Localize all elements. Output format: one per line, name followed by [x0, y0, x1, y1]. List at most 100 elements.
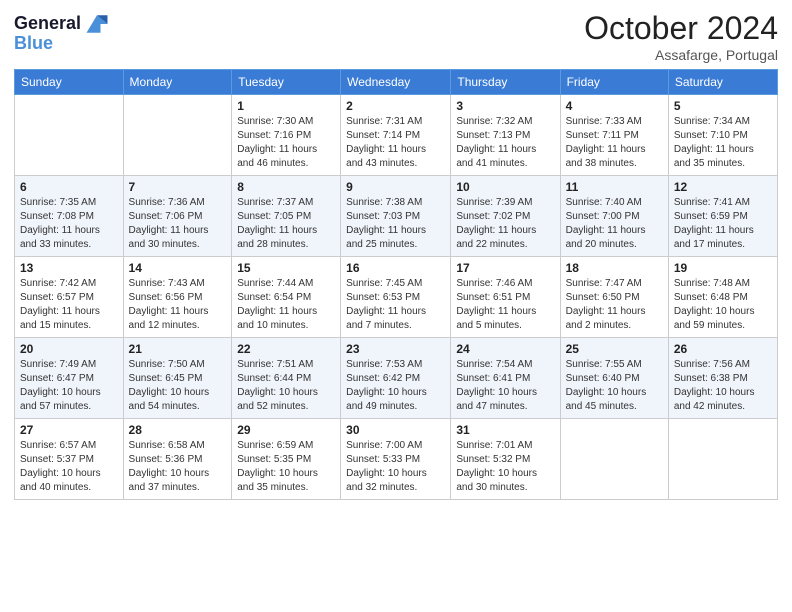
calendar-cell: 1 Sunrise: 7:30 AM Sunset: 7:16 PM Daylig…: [232, 95, 341, 176]
day-number: 24: [456, 342, 554, 356]
logo: General Blue: [14, 10, 111, 54]
location: Assafarge, Portugal: [584, 47, 778, 63]
calendar-cell: 24Sunrise: 7:54 AM Sunset: 6:41 PM Dayli…: [451, 338, 560, 419]
col-wednesday: Wednesday: [341, 70, 451, 95]
day-number: 2: [346, 99, 445, 113]
day-number: 21: [129, 342, 227, 356]
day-info: Sunrise: 7:38 AM Sunset: 7:03 PM Dayligh…: [346, 196, 445, 252]
col-thursday: Thursday: [451, 70, 560, 95]
month-title: October 2024: [584, 10, 778, 47]
calendar-cell: 21 Sunrise: 7:50 AM Sunset: 6:45 PM Dayli…: [123, 338, 232, 419]
day-info: Sunrise: 7:30 AM Sunset: 7:16 PM Dayligh…: [237, 115, 335, 171]
calendar-cell: 15 Sunrise: 7:44 AM Sunset: 6:54 PM Dayli…: [232, 257, 341, 338]
day-number: 6: [20, 180, 118, 194]
day-number: 3: [456, 99, 554, 113]
day-info: Sunrise: 6:59 AM Sunset: 5:35 PM Dayligh…: [237, 439, 335, 495]
day-number: 15: [237, 261, 335, 275]
calendar-cell: 14Sunrise: 7:43 AM Sunset: 6:56 PM Dayli…: [123, 257, 232, 338]
calendar-cell: 2 Sunrise: 7:31 AM Sunset: 7:14 PM Daylig…: [341, 95, 451, 176]
calendar-cell: [668, 419, 777, 500]
title-block: October 2024 Assafarge, Portugal: [584, 10, 778, 63]
calendar-cell: 4Sunrise: 7:33 AM Sunset: 7:11 PM Daylig…: [560, 95, 668, 176]
day-number: 29: [237, 423, 335, 437]
day-number: 9: [346, 180, 445, 194]
day-number: 19: [674, 261, 772, 275]
logo-text-blue: Blue: [14, 34, 53, 54]
day-number: 31: [456, 423, 554, 437]
day-info: Sunrise: 7:00 AM Sunset: 5:33 PM Dayligh…: [346, 439, 445, 495]
day-number: 18: [566, 261, 663, 275]
day-info: Sunrise: 7:50 AM Sunset: 6:45 PM Dayligh…: [129, 358, 227, 414]
calendar-cell: 31 Sunrise: 7:01 AM Sunset: 5:32 PM Dayli…: [451, 419, 560, 500]
day-info: Sunrise: 7:33 AM Sunset: 7:11 PM Dayligh…: [566, 115, 663, 171]
day-number: 7: [129, 180, 227, 194]
calendar-week-row: 13 Sunrise: 7:42 AM Sunset: 6:57 PM Dayli…: [15, 257, 778, 338]
day-number: 1: [237, 99, 335, 113]
day-info: Sunrise: 7:44 AM Sunset: 6:54 PM Dayligh…: [237, 277, 335, 333]
day-info: Sunrise: 7:31 AM Sunset: 7:14 PM Dayligh…: [346, 115, 445, 171]
calendar-cell: 7 Sunrise: 7:36 AM Sunset: 7:06 PM Daylig…: [123, 176, 232, 257]
day-number: 5: [674, 99, 772, 113]
calendar-cell: 30Sunrise: 7:00 AM Sunset: 5:33 PM Dayli…: [341, 419, 451, 500]
day-number: 17: [456, 261, 554, 275]
calendar-cell: 9 Sunrise: 7:38 AM Sunset: 7:03 PM Daylig…: [341, 176, 451, 257]
day-info: Sunrise: 7:49 AM Sunset: 6:47 PM Dayligh…: [20, 358, 118, 414]
calendar-cell: 17Sunrise: 7:46 AM Sunset: 6:51 PM Dayli…: [451, 257, 560, 338]
day-info: Sunrise: 7:37 AM Sunset: 7:05 PM Dayligh…: [237, 196, 335, 252]
day-info: Sunrise: 7:55 AM Sunset: 6:40 PM Dayligh…: [566, 358, 663, 414]
calendar-cell: 16Sunrise: 7:45 AM Sunset: 6:53 PM Dayli…: [341, 257, 451, 338]
logo-icon: [83, 10, 111, 38]
calendar-cell: [15, 95, 124, 176]
col-sunday: Sunday: [15, 70, 124, 95]
day-info: Sunrise: 7:47 AM Sunset: 6:50 PM Dayligh…: [566, 277, 663, 333]
calendar-cell: 10 Sunrise: 7:39 AM Sunset: 7:02 PM Dayli…: [451, 176, 560, 257]
day-info: Sunrise: 7:36 AM Sunset: 7:06 PM Dayligh…: [129, 196, 227, 252]
day-info: Sunrise: 7:01 AM Sunset: 5:32 PM Dayligh…: [456, 439, 554, 495]
day-number: 26: [674, 342, 772, 356]
day-number: 13: [20, 261, 118, 275]
calendar-cell: 23Sunrise: 7:53 AM Sunset: 6:42 PM Dayli…: [341, 338, 451, 419]
logo-text-general: General: [14, 14, 81, 34]
day-number: 11: [566, 180, 663, 194]
page: General Blue October 2024 Assafarge, Por…: [0, 0, 792, 612]
calendar-week-row: 1 Sunrise: 7:30 AM Sunset: 7:16 PM Daylig…: [15, 95, 778, 176]
day-number: 27: [20, 423, 118, 437]
day-info: Sunrise: 7:35 AM Sunset: 7:08 PM Dayligh…: [20, 196, 118, 252]
day-info: Sunrise: 7:42 AM Sunset: 6:57 PM Dayligh…: [20, 277, 118, 333]
day-info: Sunrise: 7:56 AM Sunset: 6:38 PM Dayligh…: [674, 358, 772, 414]
day-info: Sunrise: 7:32 AM Sunset: 7:13 PM Dayligh…: [456, 115, 554, 171]
day-info: Sunrise: 6:57 AM Sunset: 5:37 PM Dayligh…: [20, 439, 118, 495]
calendar-cell: 25 Sunrise: 7:55 AM Sunset: 6:40 PM Dayli…: [560, 338, 668, 419]
day-info: Sunrise: 7:39 AM Sunset: 7:02 PM Dayligh…: [456, 196, 554, 252]
col-saturday: Saturday: [668, 70, 777, 95]
calendar-cell: 22Sunrise: 7:51 AM Sunset: 6:44 PM Dayli…: [232, 338, 341, 419]
day-info: Sunrise: 7:51 AM Sunset: 6:44 PM Dayligh…: [237, 358, 335, 414]
calendar-cell: 20 Sunrise: 7:49 AM Sunset: 6:47 PM Dayli…: [15, 338, 124, 419]
day-number: 25: [566, 342, 663, 356]
calendar-week-row: 20 Sunrise: 7:49 AM Sunset: 6:47 PM Dayli…: [15, 338, 778, 419]
col-monday: Monday: [123, 70, 232, 95]
day-info: Sunrise: 7:34 AM Sunset: 7:10 PM Dayligh…: [674, 115, 772, 171]
day-number: 8: [237, 180, 335, 194]
calendar-cell: 11 Sunrise: 7:40 AM Sunset: 7:00 PM Dayli…: [560, 176, 668, 257]
calendar-cell: 5 Sunrise: 7:34 AM Sunset: 7:10 PM Daylig…: [668, 95, 777, 176]
calendar-cell: 29 Sunrise: 6:59 AM Sunset: 5:35 PM Dayli…: [232, 419, 341, 500]
day-number: 10: [456, 180, 554, 194]
day-number: 23: [346, 342, 445, 356]
calendar-cell: 8 Sunrise: 7:37 AM Sunset: 7:05 PM Daylig…: [232, 176, 341, 257]
calendar-cell: 13 Sunrise: 7:42 AM Sunset: 6:57 PM Dayli…: [15, 257, 124, 338]
calendar-cell: 27 Sunrise: 6:57 AM Sunset: 5:37 PM Dayli…: [15, 419, 124, 500]
day-info: Sunrise: 7:45 AM Sunset: 6:53 PM Dayligh…: [346, 277, 445, 333]
header: General Blue October 2024 Assafarge, Por…: [14, 10, 778, 63]
day-info: Sunrise: 6:58 AM Sunset: 5:36 PM Dayligh…: [129, 439, 227, 495]
calendar-cell: 6 Sunrise: 7:35 AM Sunset: 7:08 PM Daylig…: [15, 176, 124, 257]
col-tuesday: Tuesday: [232, 70, 341, 95]
calendar-week-row: 6 Sunrise: 7:35 AM Sunset: 7:08 PM Daylig…: [15, 176, 778, 257]
calendar-cell: 28Sunrise: 6:58 AM Sunset: 5:36 PM Dayli…: [123, 419, 232, 500]
calendar-header-row: Sunday Monday Tuesday Wednesday Thursday…: [15, 70, 778, 95]
calendar-cell: 3 Sunrise: 7:32 AM Sunset: 7:13 PM Daylig…: [451, 95, 560, 176]
calendar-cell: 12Sunrise: 7:41 AM Sunset: 6:59 PM Dayli…: [668, 176, 777, 257]
day-info: Sunrise: 7:40 AM Sunset: 7:00 PM Dayligh…: [566, 196, 663, 252]
day-number: 20: [20, 342, 118, 356]
calendar-table: Sunday Monday Tuesday Wednesday Thursday…: [14, 69, 778, 500]
